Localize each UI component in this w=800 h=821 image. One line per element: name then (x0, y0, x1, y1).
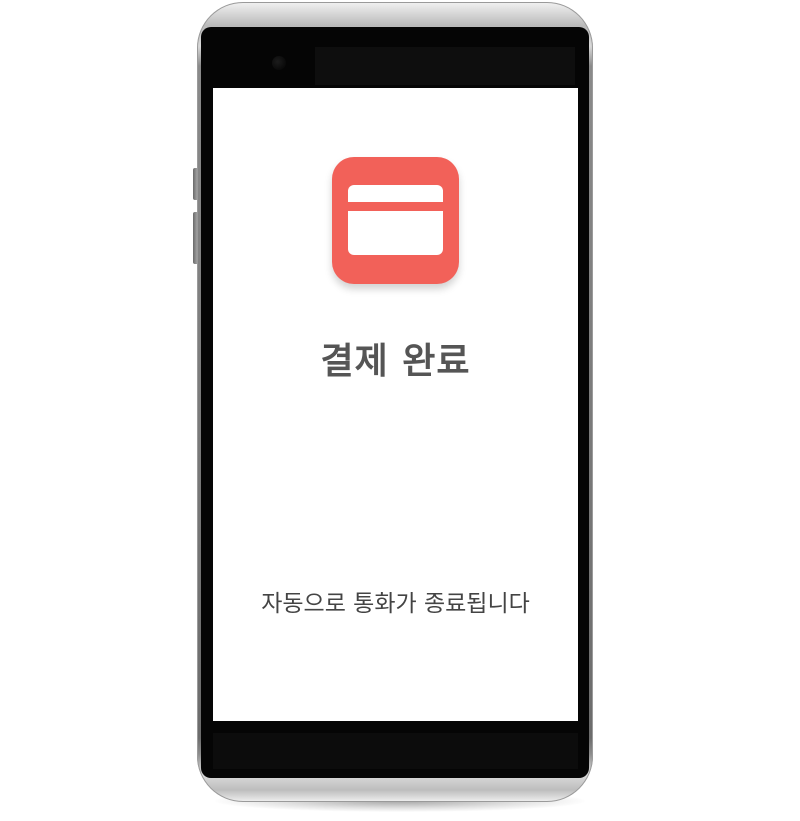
earpiece-panel (315, 47, 575, 85)
front-camera-icon (272, 56, 286, 70)
status-message: 자동으로 통화가 종료됩니다 (261, 591, 530, 617)
credit-card-icon (348, 185, 443, 255)
page-title: 결제 완료 (320, 341, 471, 382)
payment-icon-tile (332, 157, 459, 284)
device-mockup: 결제 완료 자동으로 통화가 종료됩니다 (0, 0, 800, 821)
payment-complete-screen: 결제 완료 자동으로 통화가 종료됩니다 (213, 88, 578, 721)
bottom-bezel-panel (213, 733, 578, 769)
